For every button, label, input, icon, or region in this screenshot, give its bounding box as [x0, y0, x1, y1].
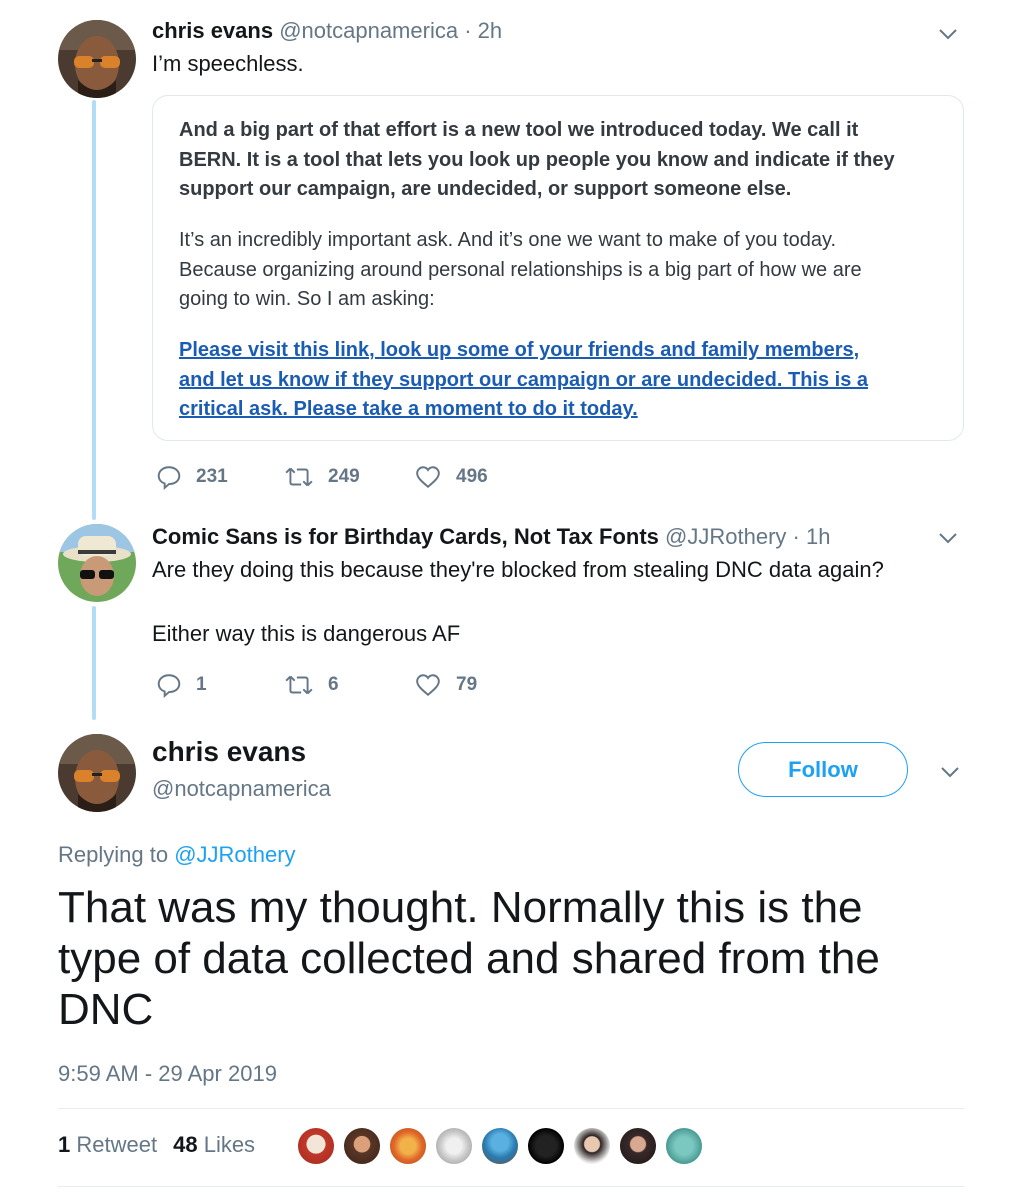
main-tweet-line: That was my thought. Normally this is th…	[58, 883, 863, 932]
quote-line: support our campaign, are undecided, or …	[179, 178, 792, 200]
retweet-icon	[285, 675, 313, 695]
chevron-down-icon[interactable]	[936, 526, 960, 550]
quote-paragraph: It’s an incredibly important ask. And it…	[179, 226, 949, 315]
author-name[interactable]: Comic Sans is for Birthday Cards, Not Ta…	[152, 524, 659, 549]
liker-avatar[interactable]	[664, 1126, 704, 1166]
divider	[58, 1108, 964, 1109]
liker-avatar[interactable]	[526, 1126, 566, 1166]
like-stat[interactable]: 48 Likes	[173, 1132, 255, 1158]
like-count: 48	[173, 1132, 198, 1157]
like-label: Likes	[203, 1132, 256, 1157]
retweet-label: Retweet	[76, 1132, 158, 1157]
quote-link-line[interactable]: and let us know if they support our camp…	[179, 366, 949, 396]
liker-avatar[interactable]	[434, 1126, 474, 1166]
retweet-count: 1	[58, 1132, 71, 1157]
replying-mention-link[interactable]: @JJRothery	[174, 842, 295, 867]
follow-button[interactable]: Follow	[738, 742, 908, 797]
tweet-timestamp[interactable]: 9:59 AM - 29 Apr 2019	[58, 1061, 277, 1087]
liker-avatar[interactable]	[572, 1126, 612, 1166]
reply-button[interactable]: 231	[156, 464, 228, 490]
reply-icon	[157, 466, 181, 490]
reply-count: 231	[196, 466, 228, 487]
avatar[interactable]	[58, 734, 136, 812]
retweet-count: 249	[328, 466, 360, 487]
main-tweet-text: That was my thought. Normally this is th…	[58, 882, 958, 1035]
avatar[interactable]	[58, 20, 136, 98]
quote-link-line[interactable]: critical ask. Please take a moment to do…	[179, 395, 949, 425]
retweet-icon	[285, 467, 313, 487]
retweet-count: 6	[328, 674, 339, 695]
engagement-stats: 1 Retweet 48 Likes	[58, 1132, 271, 1158]
author-handle[interactable]: @notcapnamerica	[152, 776, 331, 802]
like-button[interactable]: 496	[414, 464, 488, 490]
liker-avatar[interactable]	[296, 1126, 336, 1166]
chevron-down-icon[interactable]	[938, 760, 962, 784]
heart-icon	[416, 466, 440, 489]
retweet-stat[interactable]: 1 Retweet	[58, 1132, 157, 1158]
liker-avatar[interactable]	[388, 1126, 428, 1166]
quote-link-line[interactable]: Please visit this link, look up some of …	[179, 336, 949, 366]
liker-avatar[interactable]	[342, 1126, 382, 1166]
retweet-button[interactable]: 6	[284, 672, 339, 698]
reply-button[interactable]: 1	[156, 672, 207, 698]
quote-line: BERN. It is a tool that lets you look up…	[179, 148, 895, 171]
divider	[58, 1186, 964, 1187]
liker-avatars	[296, 1126, 710, 1166]
reply-icon	[157, 674, 181, 698]
chevron-down-icon[interactable]	[936, 22, 960, 46]
tweet-header: chris evans @notcapnamerica · 2h	[152, 18, 502, 44]
tweet-header: Comic Sans is for Birthday Cards, Not Ta…	[152, 524, 830, 550]
replying-to: Replying to @JJRothery	[58, 842, 296, 868]
heart-icon	[416, 674, 440, 697]
author-handle[interactable]: @JJRothery	[665, 524, 786, 549]
thread-line-2	[92, 606, 96, 720]
like-count: 79	[456, 674, 478, 695]
quote-link[interactable]: Please visit this link, look up some of …	[179, 336, 949, 425]
like-count: 496	[456, 466, 488, 487]
tweet-time[interactable]: · 1h	[793, 524, 831, 549]
like-button[interactable]: 79	[414, 672, 477, 698]
liker-avatar[interactable]	[618, 1126, 658, 1166]
tweet-text: I’m speechless.	[152, 51, 304, 76]
retweet-button[interactable]: 249	[284, 464, 360, 490]
quoted-content-card[interactable]: And a big part of that effort is a new t…	[152, 95, 964, 441]
tweet-time[interactable]: · 2h	[464, 18, 502, 43]
tweet-text: Are they doing this because they're bloc…	[152, 557, 884, 582]
author-name[interactable]: chris evans	[152, 736, 306, 768]
replying-label: Replying to	[58, 842, 175, 867]
main-tweet-line: DNC	[58, 985, 154, 1034]
thread-line-1	[92, 100, 96, 520]
tweet-text: Either way this is dangerous AF	[152, 621, 461, 646]
author-handle[interactable]: @notcapnamerica	[279, 18, 458, 43]
quote-line: And a big part of that effort is a new t…	[179, 119, 859, 141]
quote-bold-paragraph: And a big part of that effort is a new t…	[179, 116, 949, 205]
author-name[interactable]: chris evans	[152, 18, 273, 43]
quote-line: Because organizing around personal relat…	[179, 258, 862, 281]
reply-count: 1	[196, 674, 207, 695]
avatar[interactable]	[58, 524, 136, 602]
liker-avatar[interactable]	[480, 1126, 520, 1166]
quote-line: It’s an incredibly important ask. And it…	[179, 229, 837, 251]
quote-line: going to win. So I am asking:	[179, 288, 435, 310]
main-tweet-line: type of data collected and shared from t…	[58, 934, 880, 983]
